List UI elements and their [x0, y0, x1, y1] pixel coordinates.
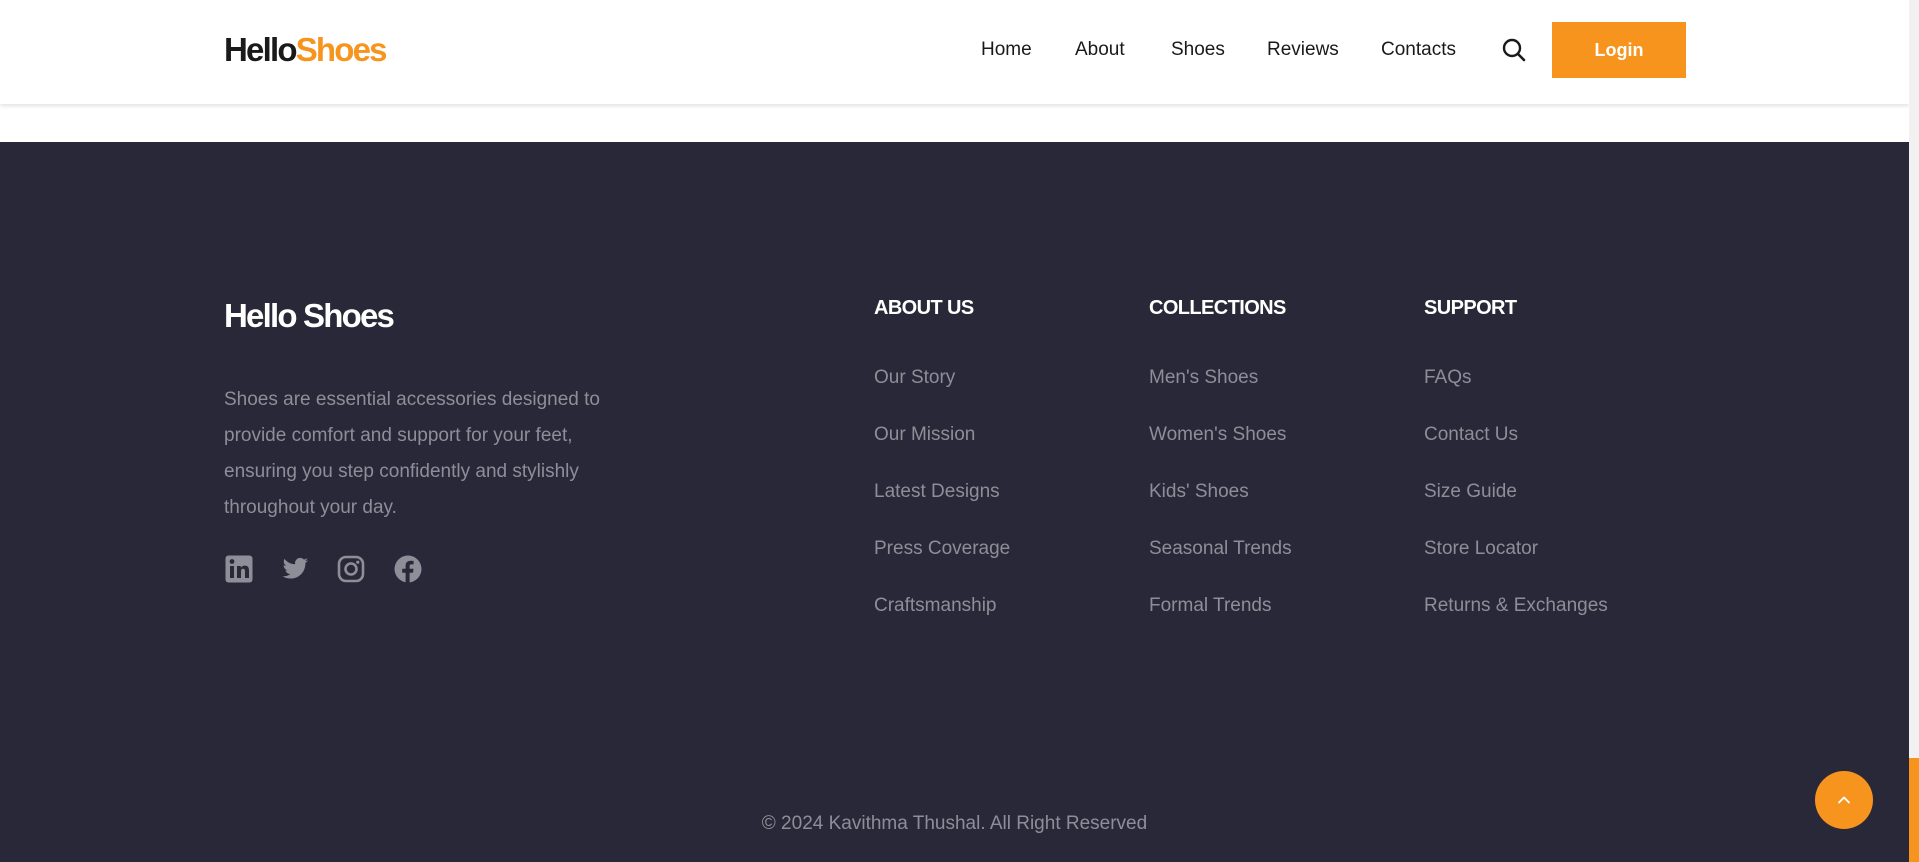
nav-reviews[interactable]: Reviews — [1267, 38, 1339, 62]
brand-logo[interactable]: HelloShoes — [224, 30, 388, 70]
back-to-top-button[interactable] — [1815, 771, 1873, 829]
facebook-icon[interactable] — [393, 554, 423, 584]
instagram-icon[interactable] — [336, 554, 366, 584]
footer-link-faqs[interactable]: FAQs — [1424, 366, 1472, 390]
site-footer: Hello Shoes Shoes are essential accessor… — [0, 142, 1909, 862]
footer-link-store-locator[interactable]: Store Locator — [1424, 537, 1538, 561]
nav-home[interactable]: Home — [981, 38, 1032, 62]
chevron-up-icon — [1838, 796, 1850, 804]
search-icon[interactable] — [1500, 36, 1528, 64]
twitter-icon[interactable] — [280, 554, 310, 584]
footer-link-formal-trends[interactable]: Formal Trends — [1149, 594, 1271, 618]
scrollbar-thumb[interactable] — [1909, 758, 1919, 862]
login-button[interactable]: Login — [1552, 22, 1686, 78]
footer-link-our-story[interactable]: Our Story — [874, 366, 955, 390]
footer-heading-collections: COLLECTIONS — [1149, 297, 1286, 319]
site-header: HelloShoes Home About Shoes Reviews Cont… — [0, 0, 1909, 104]
copyright-text: © 2024 Kavithma Thushal. All Right Reser… — [761, 813, 1148, 834]
footer-link-craftsmanship[interactable]: Craftsmanship — [874, 594, 997, 618]
footer-description: Shoes are essential accessories designed… — [224, 389, 601, 518]
footer-link-returns-exchanges[interactable]: Returns & Exchanges — [1424, 594, 1608, 618]
logo-word-shoes: Shoes — [295, 31, 388, 68]
footer-link-our-mission[interactable]: Our Mission — [874, 423, 975, 447]
footer-link-press-coverage[interactable]: Press Coverage — [874, 537, 1010, 561]
footer-link-seasonal-trends[interactable]: Seasonal Trends — [1149, 537, 1292, 561]
footer-link-mens-shoes[interactable]: Men's Shoes — [1149, 366, 1258, 390]
nav-shoes[interactable]: Shoes — [1171, 38, 1225, 62]
footer-logo: Hello Shoes — [224, 297, 395, 334]
logo-word-hello: Hello — [224, 31, 297, 68]
page-scrollbar[interactable] — [1909, 0, 1919, 862]
footer-heading-about-us: ABOUT US — [874, 297, 974, 319]
nav-contacts[interactable]: Contacts — [1381, 38, 1456, 62]
footer-link-kids-shoes[interactable]: Kids' Shoes — [1149, 480, 1249, 504]
footer-heading-support: SUPPORT — [1424, 297, 1517, 319]
footer-link-latest-designs[interactable]: Latest Designs — [874, 480, 1000, 504]
linkedin-icon[interactable] — [224, 554, 254, 584]
footer-link-size-guide[interactable]: Size Guide — [1424, 480, 1517, 504]
footer-link-contact-us[interactable]: Contact Us — [1424, 423, 1518, 447]
nav-about[interactable]: About — [1075, 38, 1125, 62]
footer-link-womens-shoes[interactable]: Women's Shoes — [1149, 423, 1286, 447]
